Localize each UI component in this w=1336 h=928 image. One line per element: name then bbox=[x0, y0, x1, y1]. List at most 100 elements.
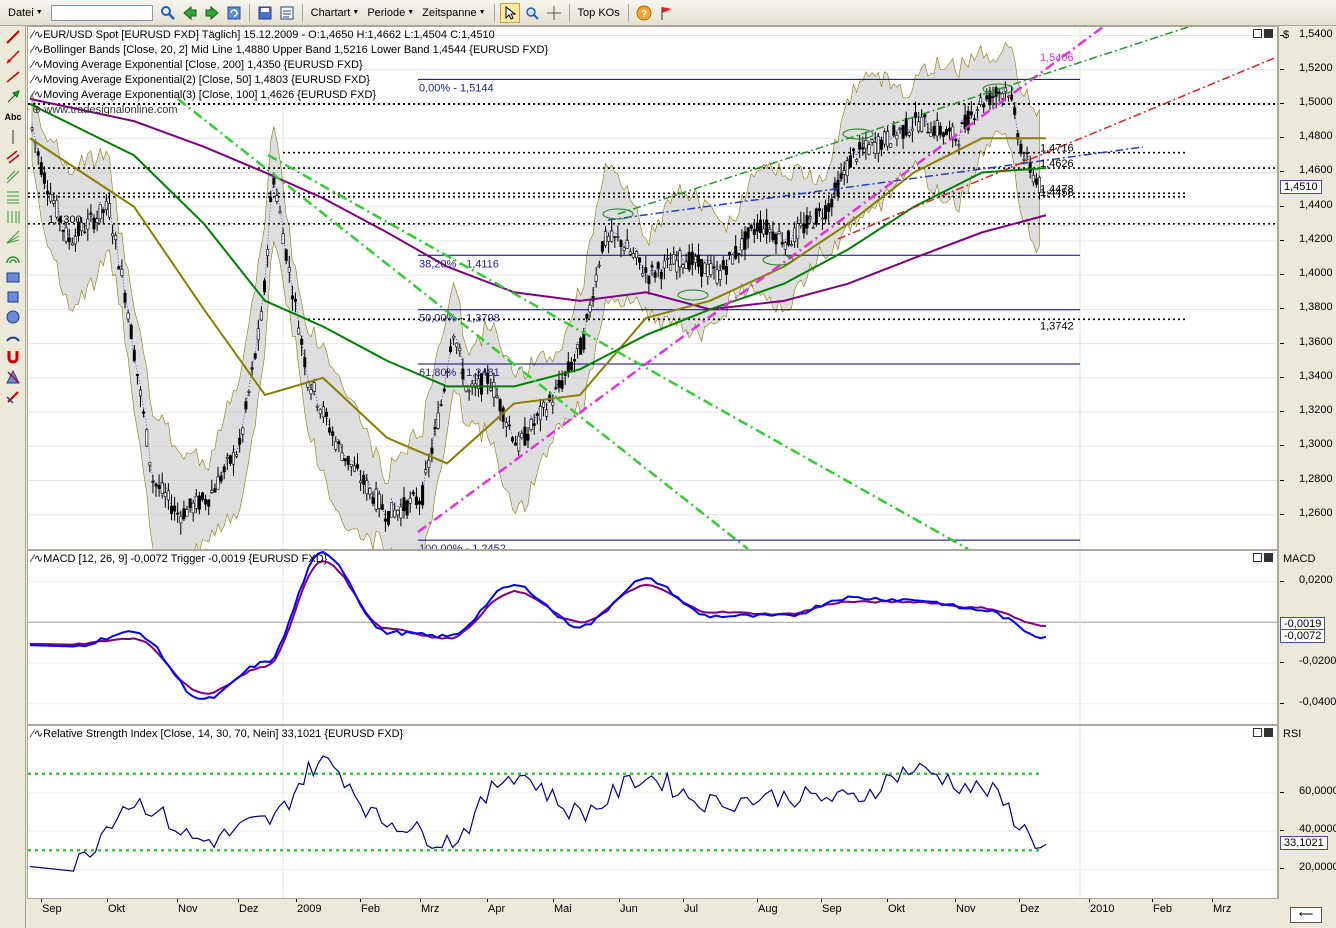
back-arrow-icon[interactable] bbox=[180, 3, 200, 23]
maximize-pane-icon[interactable] bbox=[1264, 728, 1273, 737]
text-tool-icon[interactable]: Abc bbox=[2, 107, 24, 126]
candle-body bbox=[539, 406, 541, 419]
candle-body bbox=[604, 231, 606, 245]
candle-body bbox=[992, 96, 994, 97]
candle-body bbox=[232, 452, 234, 464]
price-chart-pane[interactable]: 0,00% - 1,514438,20% - 1,411650,00% - 1,… bbox=[27, 26, 1278, 550]
candle-body bbox=[533, 424, 535, 426]
candle-body bbox=[648, 276, 650, 283]
pointer-icon[interactable] bbox=[500, 3, 520, 23]
arrow-tool-icon[interactable] bbox=[2, 87, 24, 106]
candle-body bbox=[74, 237, 76, 244]
candle-body bbox=[691, 252, 693, 265]
search-icon[interactable] bbox=[158, 3, 178, 23]
extended-line-tool-icon[interactable] bbox=[2, 67, 24, 86]
zoom-icon[interactable] bbox=[522, 3, 542, 23]
candle-body bbox=[728, 252, 730, 254]
candle-body bbox=[676, 260, 678, 272]
ellipse-tool-icon[interactable] bbox=[2, 307, 24, 326]
help-icon[interactable]: ? bbox=[634, 3, 654, 23]
properties-icon[interactable] bbox=[277, 3, 297, 23]
pen-tool-icon[interactable] bbox=[2, 387, 24, 406]
candle-body bbox=[350, 464, 352, 466]
macd-pane[interactable]: ⁄∿MACD [12, 26, 9] -0,0072 Trigger -0,00… bbox=[27, 550, 1278, 725]
maximize-pane-icon[interactable] bbox=[1264, 553, 1273, 562]
scroll-arrows-icon[interactable]: ⟵ bbox=[1290, 907, 1322, 923]
channel-tool-icon[interactable] bbox=[2, 147, 24, 166]
candle-body bbox=[772, 232, 774, 240]
fibonacci-time-icon[interactable] bbox=[2, 207, 24, 226]
candle-body bbox=[217, 477, 219, 489]
candle-body bbox=[204, 499, 206, 504]
macd-legend: ⁄∿MACD [12, 26, 9] -0,0072 Trigger -0,00… bbox=[32, 552, 327, 567]
timespan-menu[interactable]: Zeitspanne▼ bbox=[418, 3, 489, 23]
candle-body bbox=[843, 171, 845, 175]
candle-body bbox=[669, 265, 671, 271]
line-tool-icon[interactable] bbox=[2, 27, 24, 46]
axis-tick bbox=[1280, 868, 1284, 869]
axis-tick bbox=[1280, 480, 1284, 481]
regression-tool-icon[interactable] bbox=[2, 167, 24, 186]
candle-body bbox=[68, 238, 70, 242]
candle-body bbox=[480, 374, 482, 394]
candle-body bbox=[629, 252, 631, 255]
candle-body bbox=[325, 412, 327, 416]
time-axis[interactable]: SepOktNovDez2009FebMrzAprMaiJunJulAugSep… bbox=[27, 899, 1278, 928]
candle-body bbox=[229, 455, 231, 463]
candle-body bbox=[251, 368, 253, 370]
ray-tool-icon[interactable] bbox=[2, 47, 24, 66]
macd-axis[interactable]: MACD 0,0200-0,0200-0,0400-0,0019-0,0072 bbox=[1278, 550, 1336, 725]
candle-body bbox=[490, 388, 492, 390]
candle-body bbox=[927, 132, 929, 133]
arc-tool-icon[interactable] bbox=[2, 247, 24, 266]
candle-body bbox=[242, 428, 244, 434]
maximize-pane-icon[interactable] bbox=[1264, 29, 1273, 38]
flag-icon[interactable] bbox=[656, 3, 676, 23]
minimize-pane-icon[interactable] bbox=[1253, 728, 1262, 737]
price-axis[interactable]: $ 1,54001,52001,50001,48001,46001,44001,… bbox=[1278, 26, 1336, 550]
candle-body bbox=[124, 293, 126, 302]
candle-body bbox=[747, 228, 749, 239]
time-tick bbox=[420, 899, 421, 902]
candle-body bbox=[310, 390, 312, 394]
candle-body bbox=[849, 156, 851, 168]
time-label: Sep bbox=[42, 903, 62, 915]
candle-body bbox=[276, 196, 278, 202]
axis-tick bbox=[1280, 343, 1284, 344]
rectangle-tool-icon[interactable] bbox=[2, 267, 24, 286]
rsi-pane[interactable]: ⁄∿Relative Strength Index [Close, 14, 30… bbox=[27, 725, 1278, 899]
minimize-pane-icon[interactable] bbox=[1253, 29, 1262, 38]
search-input[interactable] bbox=[51, 5, 153, 21]
magnet-icon[interactable] bbox=[2, 347, 24, 366]
save-icon[interactable] bbox=[255, 3, 275, 23]
top-kos-button[interactable]: Top KOs bbox=[574, 3, 624, 23]
square-tool-icon[interactable] bbox=[2, 287, 24, 306]
vertical-line-tool-icon[interactable] bbox=[2, 127, 24, 146]
time-tick bbox=[107, 899, 108, 902]
candle-body bbox=[412, 492, 414, 494]
refresh-icon[interactable] bbox=[224, 3, 244, 23]
period-menu[interactable]: Periode▼ bbox=[363, 3, 418, 23]
crosshair-icon[interactable] bbox=[544, 3, 564, 23]
file-menu[interactable]: Datei▼ bbox=[4, 3, 47, 23]
arc-shape-tool-icon[interactable] bbox=[2, 327, 24, 346]
axis-tick bbox=[1280, 103, 1284, 104]
forward-arrow-icon[interactable] bbox=[202, 3, 222, 23]
fibonacci-lines-icon[interactable] bbox=[2, 187, 24, 206]
time-tick bbox=[757, 899, 758, 902]
minimize-pane-icon[interactable] bbox=[1253, 553, 1262, 562]
rsi-axis[interactable]: RSI 60,000040,000020,000033,1021 bbox=[1278, 725, 1336, 899]
delete-drawings-icon[interactable] bbox=[2, 367, 24, 386]
axis-tick-label: 40,0000 bbox=[1299, 823, 1336, 835]
macd-chart[interactable] bbox=[28, 551, 1277, 724]
candle-body bbox=[722, 261, 724, 270]
fan-tool-icon[interactable] bbox=[2, 227, 24, 246]
chart-type-menu[interactable]: Chartart▼ bbox=[307, 3, 364, 23]
trend-label: 1,5406 bbox=[1040, 52, 1074, 64]
candle-body bbox=[192, 503, 194, 513]
time-label: Mai bbox=[554, 903, 572, 915]
macd-value-badge: -0,0072 bbox=[1280, 629, 1325, 643]
rsi-chart[interactable] bbox=[28, 726, 1277, 898]
candle-body bbox=[400, 507, 402, 518]
time-label: Sep bbox=[822, 903, 842, 915]
